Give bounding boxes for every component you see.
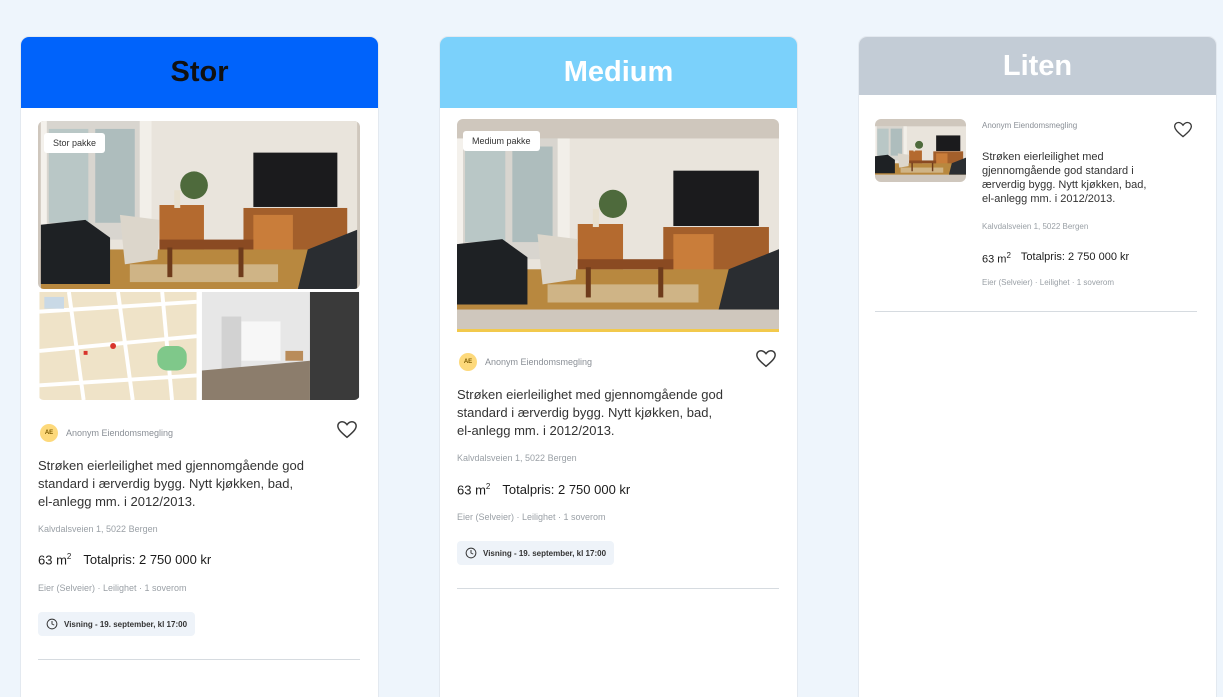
agency-name: Anonym Eiendomsmegling [485, 357, 593, 367]
area-value: 63 m2 [38, 552, 72, 568]
agency-row: Anonym Eiendomsmegling [982, 121, 1077, 130]
listing-address: Kalvdalsveien 1, 5022 Bergen [457, 453, 577, 463]
package-card-medium: Medium Medium pakke AE Anonym Eiendomsme… [440, 37, 797, 697]
agency-logo: AE [40, 424, 58, 442]
viewing-badge[interactable]: Visning - 19. september, kl 17:00 [38, 612, 196, 636]
viewing-text: Visning - 19. september, kl 17:00 [64, 619, 188, 629]
price-row: 63 m2 Totalpris: 2 750 000 kr [38, 552, 211, 567]
listing-title[interactable]: Strøken eierleilighet med gjennomgående … [38, 457, 358, 511]
listing-photo-main[interactable]: Medium pakke [457, 119, 779, 332]
area-value: 63 m2 [982, 251, 1011, 266]
listing-details: Eier (Selveier) · Leilighet · 1 soverom [982, 278, 1115, 287]
listing-thumbnail[interactable] [875, 119, 966, 182]
price-row: 63 m2 Totalpris: 2 750 000 kr [457, 482, 630, 497]
viewing-badge[interactable]: Visning - 19. september, kl 17:00 [457, 541, 615, 565]
price-row: 63 m2 Totalpris: 2 750 000 kr [982, 251, 1129, 266]
area-value: 63 m2 [457, 482, 491, 498]
card-divider [38, 659, 360, 660]
living-room-image [875, 126, 966, 175]
package-badge: Medium pakke [463, 131, 540, 151]
listing-details: Eier (Selveier) · Leilighet · 1 soverom [38, 583, 187, 593]
agency-row: AE Anonym Eiendomsmegling [40, 424, 173, 442]
clock-icon [46, 618, 58, 630]
listing-address: Kalvdalsveien 1, 5022 Bergen [38, 524, 158, 534]
favorite-heart-icon[interactable] [336, 419, 358, 441]
map-image[interactable] [38, 292, 198, 400]
agency-row: AE Anonym Eiendomsmegling [459, 353, 592, 371]
package-header-stor: Stor [21, 37, 378, 108]
viewing-text: Visning - 19. september, kl 17:00 [483, 548, 607, 558]
package-badge: Stor pakke [44, 133, 106, 153]
card-divider [875, 311, 1197, 312]
package-card-liten: Liten Anonym Eiendomsmegling Strøken eie… [859, 37, 1216, 697]
interior-image[interactable] [201, 292, 360, 400]
package-header-liten: Liten [859, 37, 1216, 95]
agency-name: Anonym Eiendomsmegling [66, 428, 174, 438]
listing-title[interactable]: Strøken eierleilighet med gjennomgående … [457, 386, 777, 440]
package-header-medium: Medium [440, 37, 797, 108]
listing-photo-main[interactable]: Stor pakke [38, 121, 360, 289]
total-price: Totalpris: 2 750 000 kr [1020, 251, 1130, 263]
favorite-heart-icon[interactable] [1173, 120, 1193, 140]
agency-logo: AE [459, 353, 477, 371]
listing-details: Eier (Selveier) · Leilighet · 1 soverom [457, 512, 606, 522]
agency-name: Anonym Eiendomsmegling [982, 121, 1078, 130]
listing-address: Kalvdalsveien 1, 5022 Bergen [982, 222, 1089, 231]
total-price: Totalpris: 2 750 000 kr [83, 552, 212, 567]
package-card-stor: Stor Stor pakke AE Anonym Eiendomsmeglin… [21, 37, 378, 697]
favorite-heart-icon[interactable] [755, 348, 777, 370]
listing-title[interactable]: Strøken eierleilighet med gjennomgående … [982, 150, 1207, 206]
card-divider [457, 588, 779, 589]
total-price: Totalpris: 2 750 000 kr [502, 482, 631, 497]
clock-icon [465, 547, 477, 559]
